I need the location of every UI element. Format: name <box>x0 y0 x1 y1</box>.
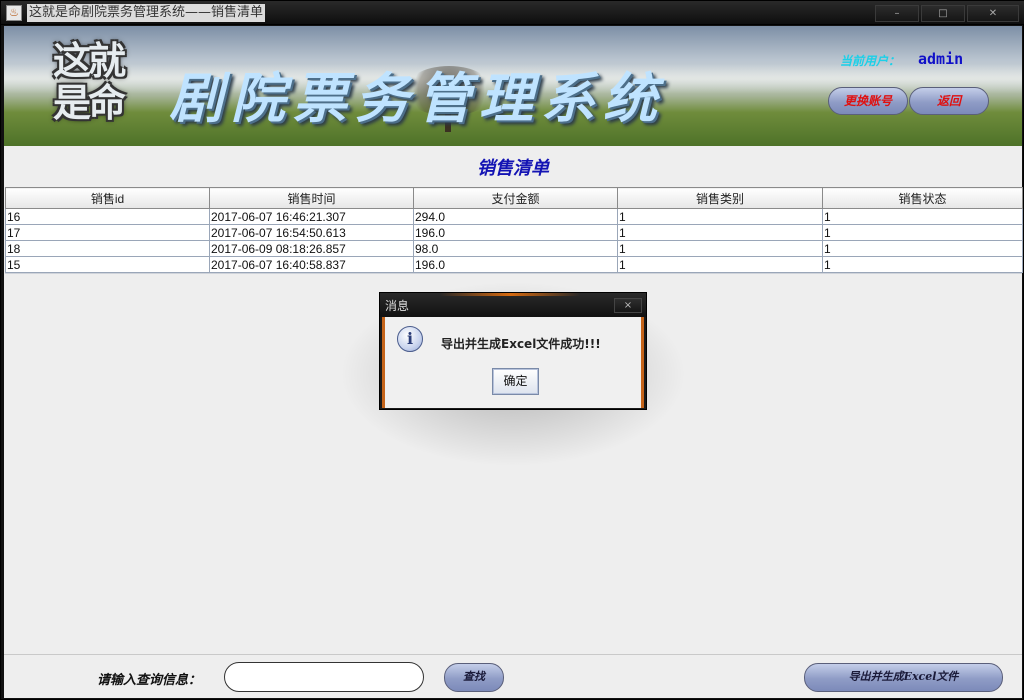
column-header-sale-type[interactable]: 销售类别 <box>617 187 823 209</box>
table-cell[interactable]: 18 <box>5 240 210 257</box>
table-cell[interactable]: 1 <box>822 240 1023 257</box>
export-excel-button[interactable]: 导出并生成Excel文件 <box>804 663 1003 692</box>
dialog-title-glow <box>440 293 580 296</box>
table-cell[interactable]: 15 <box>5 256 210 273</box>
table-cell[interactable]: 2017-06-07 16:46:21.307 <box>209 208 414 225</box>
current-user-label: 当前用户： <box>840 54 901 68</box>
table-cell[interactable]: 1 <box>822 256 1023 273</box>
app-window: ♨ 这就是命剧院票务管理系统——销售清单 – □ ✕ 这就 是命 剧院票务管理系… <box>0 0 1024 700</box>
table-cell[interactable]: 98.0 <box>413 240 618 257</box>
window-title: 这就是命剧院票务管理系统——销售清单 <box>27 4 266 22</box>
table-divider <box>5 273 1022 274</box>
dialog-close-button[interactable]: × <box>614 298 642 313</box>
table-cell[interactable]: 16 <box>5 208 210 225</box>
table-header-row: 销售id 销售时间 支付金额 销售类别 销售状态 <box>5 187 1023 209</box>
search-label: 请输入查询信息： <box>97 673 202 688</box>
page-title: 销售清单 <box>477 158 549 179</box>
header-banner: 这就 是命 剧院票务管理系统 当前用户： admin 更换账号 返回 <box>4 26 1022 146</box>
ok-button[interactable]: 确定 <box>492 368 539 395</box>
table-cell[interactable]: 1 <box>617 240 823 257</box>
table-cell[interactable]: 1 <box>822 224 1023 241</box>
table-cell[interactable]: 196.0 <box>413 256 618 273</box>
column-header-sale-status[interactable]: 销售状态 <box>822 187 1023 209</box>
table-cell[interactable]: 1 <box>617 256 823 273</box>
search-bar: 请输入查询信息： 查找 导出并生成Excel文件 <box>4 654 1022 698</box>
table-row[interactable]: 18 2017-06-09 08:18:26.857 98.0 1 1 <box>5 240 1023 257</box>
dialog-body: i 导出并生成Excel文件成功!!! 确定 <box>382 317 644 408</box>
table-cell[interactable]: 17 <box>5 224 210 241</box>
title-bar[interactable]: ♨ 这就是命剧院票务管理系统——销售清单 – □ ✕ <box>1 1 1024 25</box>
table-cell[interactable]: 1 <box>617 224 823 241</box>
table-cell[interactable]: 1 <box>822 208 1023 225</box>
dialog-message: 导出并生成Excel文件成功!!! <box>441 337 601 351</box>
table-cell[interactable]: 2017-06-09 08:18:26.857 <box>209 240 414 257</box>
table-row[interactable]: 15 2017-06-07 16:40:58.837 196.0 1 1 <box>5 256 1023 273</box>
search-button[interactable]: 查找 <box>444 663 504 692</box>
java-cup-icon[interactable]: ♨ <box>6 5 22 21</box>
column-header-sale-id[interactable]: 销售id <box>5 187 210 209</box>
column-header-amount[interactable]: 支付金额 <box>413 187 618 209</box>
table-cell[interactable]: 294.0 <box>413 208 618 225</box>
search-input[interactable] <box>224 662 424 692</box>
column-header-sale-time[interactable]: 销售时间 <box>209 187 414 209</box>
switch-account-button[interactable]: 更换账号 <box>828 87 908 115</box>
table-cell[interactable]: 2017-06-07 16:54:50.613 <box>209 224 414 241</box>
banner-title: 剧院票务管理系统 <box>169 66 665 130</box>
app-logo: 这就 是命 <box>42 40 134 128</box>
table-cell[interactable]: 1 <box>617 208 823 225</box>
logo-line-1: 这就 <box>52 38 126 83</box>
logo-line-2: 是命 <box>52 80 126 125</box>
dialog-title-bar[interactable]: 消息 × <box>380 293 646 317</box>
minimize-button[interactable]: – <box>875 5 919 22</box>
table-cell[interactable]: 2017-06-07 16:40:58.837 <box>209 256 414 273</box>
table-cell[interactable]: 196.0 <box>413 224 618 241</box>
message-dialog: 消息 × i 导出并生成Excel文件成功!!! 确定 <box>379 292 647 410</box>
maximize-button[interactable]: □ <box>921 5 965 22</box>
table-row[interactable]: 17 2017-06-07 16:54:50.613 196.0 1 1 <box>5 224 1023 241</box>
table-row[interactable]: 16 2017-06-07 16:46:21.307 294.0 1 1 <box>5 208 1023 225</box>
close-button[interactable]: ✕ <box>967 5 1019 22</box>
sales-table[interactable]: 销售id 销售时间 支付金额 销售类别 销售状态 16 2017-06-07 1… <box>5 187 1023 273</box>
current-user-name: admin <box>918 50 964 68</box>
back-button[interactable]: 返回 <box>909 87 989 115</box>
dialog-title: 消息 <box>385 299 410 313</box>
window-controls: – □ ✕ <box>875 5 1019 22</box>
info-icon: i <box>397 326 423 352</box>
